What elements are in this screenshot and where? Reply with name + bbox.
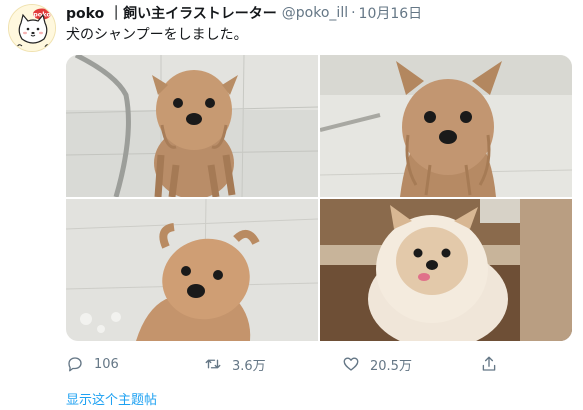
- avatar[interactable]: poko: [8, 4, 56, 52]
- tweet-text: 犬のシャンプーをしました。: [66, 27, 248, 43]
- tweet-date[interactable]: 10月16日: [359, 3, 423, 23]
- photo-wet-pomeranian-standing[interactable]: [66, 55, 318, 197]
- retweet-icon: [204, 355, 222, 373]
- reply-icon: [66, 355, 84, 373]
- photo-dry-fluffy-pomeranian[interactable]: [320, 199, 572, 341]
- tweet-actions: 106 3.6万 20.5万: [66, 352, 506, 376]
- photo-wet-pomeranian-closeup[interactable]: [320, 55, 572, 197]
- wet-pomeranian-tilted-head-image: [66, 199, 318, 341]
- tweet: poko poko ｜飼い主イラストレーター @poko_ill · 10月16…: [0, 0, 583, 410]
- tweet-header: poko ｜飼い主イラストレーター @poko_ill · 10月16日: [66, 3, 573, 23]
- wet-pomeranian-closeup-image: [320, 55, 572, 197]
- heart-icon: [342, 355, 360, 373]
- display-name[interactable]: poko ｜飼い主イラストレーター: [66, 3, 277, 23]
- show-thread-link[interactable]: 显示这个主题帖: [66, 389, 157, 408]
- retweet-button[interactable]: 3.6万: [204, 355, 342, 374]
- share-button[interactable]: [480, 355, 498, 373]
- reply-count: 106: [94, 356, 119, 372]
- retweet-count: 3.6万: [232, 358, 266, 374]
- dry-fluffy-pomeranian-image: [320, 199, 572, 341]
- photo-wet-pomeranian-tilted-head[interactable]: [66, 199, 318, 341]
- like-button[interactable]: 20.5万: [342, 355, 480, 374]
- dog-illustration-icon: poko: [9, 5, 55, 51]
- wet-pomeranian-standing-image: [66, 55, 318, 197]
- reply-button[interactable]: 106: [66, 355, 204, 373]
- like-count: 20.5万: [370, 358, 412, 374]
- share-icon: [480, 355, 498, 373]
- user-handle[interactable]: @poko_ill: [282, 5, 348, 21]
- media-grid: [66, 55, 572, 341]
- separator-dot: ·: [351, 5, 356, 21]
